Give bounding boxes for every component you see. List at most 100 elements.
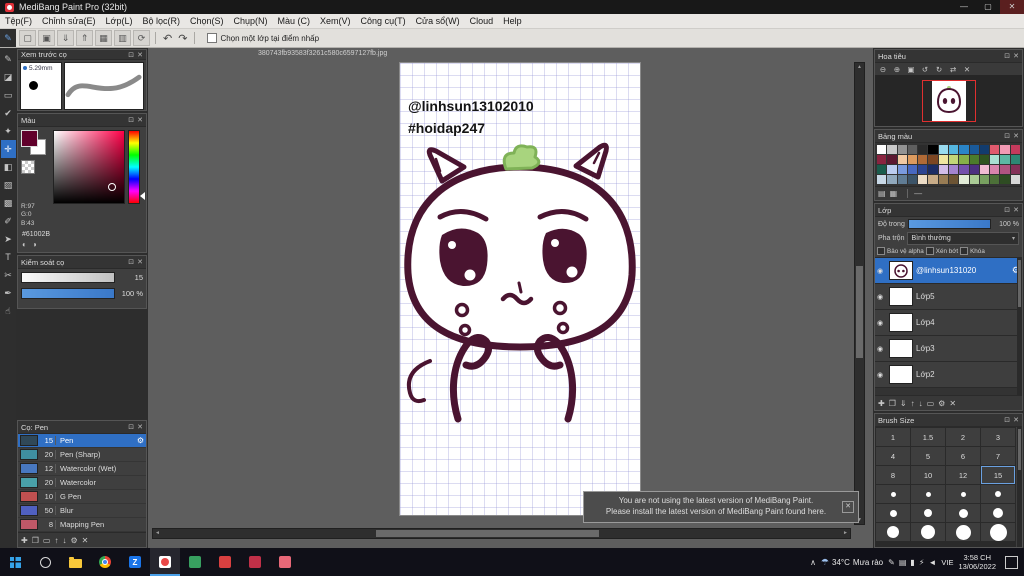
eraser-tool[interactable]: ◪	[1, 68, 16, 86]
brush-size-cell[interactable]	[876, 504, 910, 522]
duplicate-brush-button[interactable]: ❐	[32, 536, 39, 545]
brush-size-cell[interactable]	[946, 485, 980, 503]
float-panel-icon[interactable]: ⊡	[1004, 52, 1010, 60]
close-panel-icon[interactable]: ✕	[1013, 132, 1019, 140]
brush-size-cell[interactable]: 6	[946, 447, 980, 465]
palette-swatch[interactable]	[959, 175, 969, 184]
language-indicator[interactable]: VIE	[941, 558, 953, 567]
float-panel-icon[interactable]: ⊡	[1004, 416, 1010, 424]
minimize-button[interactable]: —	[952, 0, 976, 14]
volume-icon[interactable]: ◄	[928, 558, 936, 567]
merge-layer-button[interactable]: ⇓	[900, 399, 907, 408]
palette-swatch[interactable]	[990, 155, 1000, 164]
palette-swatch[interactable]	[979, 145, 990, 154]
close-panel-icon[interactable]: ✕	[1013, 52, 1019, 60]
palette-swatch[interactable]	[1000, 145, 1010, 154]
palette-swatch[interactable]	[907, 155, 918, 164]
scroll-left-icon[interactable]: ◄	[155, 529, 160, 538]
palette-swatch[interactable]	[918, 145, 928, 154]
app-button-4[interactable]	[270, 548, 300, 576]
pick-layer-checkbox[interactable]	[207, 33, 218, 43]
layer-row[interactable]: ◉ Lớp5	[875, 284, 1022, 310]
menu-view[interactable]: Xem(V)	[315, 14, 356, 28]
layer-row[interactable]: ◉ Lớp2	[875, 362, 1022, 388]
menu-filter[interactable]: Bộ lọc(R)	[137, 14, 185, 28]
close-panel-icon[interactable]: ✕	[1013, 206, 1019, 214]
brush-size-scrollbar[interactable]	[1017, 427, 1022, 547]
zoom-out-button[interactable]: ⊖	[877, 65, 889, 74]
bucket-tool[interactable]: ◧	[1, 158, 16, 176]
layer-visibility-icon[interactable]: ◉	[877, 267, 889, 275]
palette-swatch[interactable]	[990, 165, 1000, 174]
menu-color[interactable]: Màu (C)	[273, 14, 316, 28]
tablet-driver-icon[interactable]: ▤	[899, 558, 907, 567]
brush-size-cell[interactable]: 15	[981, 466, 1015, 484]
brush-item[interactable]: 20 Pen (Sharp)	[18, 448, 146, 462]
layer-visibility-icon[interactable]: ◉	[877, 319, 889, 327]
rotate-canvas-icon[interactable]: ⟳	[133, 30, 150, 46]
palette-swatch[interactable]	[928, 175, 938, 184]
clipping-checkbox[interactable]	[925, 247, 934, 255]
taskbar-clock[interactable]: 3:58 CH 13/06/2022	[958, 553, 996, 572]
palette-swatch[interactable]	[928, 155, 938, 164]
text-tool[interactable]: T	[1, 248, 16, 266]
palette-swatch[interactable]	[969, 165, 979, 174]
palette-swatch[interactable]	[938, 145, 948, 154]
slice-tool[interactable]: ✂	[1, 266, 16, 284]
move-brush-down-button[interactable]: ↓	[62, 536, 66, 545]
brush-settings-icon[interactable]: ⚙	[137, 436, 144, 445]
new-canvas-icon[interactable]: ▢	[19, 30, 36, 46]
layer-visibility-icon[interactable]: ◉	[877, 293, 889, 301]
add-layer-button[interactable]: ✚	[878, 399, 885, 408]
brush-size-cell[interactable]	[876, 523, 910, 541]
gradient-tool[interactable]: ▨	[1, 176, 16, 194]
add-brush-button[interactable]: ✚	[21, 536, 28, 545]
close-panel-icon[interactable]: ✕	[137, 116, 143, 124]
layer-list-scrollbar[interactable]	[1017, 258, 1022, 395]
start-button[interactable]	[0, 548, 30, 576]
menu-window[interactable]: Cửa sổ(W)	[411, 14, 465, 28]
palette-swatch[interactable]	[979, 165, 990, 174]
brush-size-cell[interactable]: 2	[946, 428, 980, 446]
palette-swatch[interactable]	[1000, 175, 1010, 184]
palette-line-style[interactable]: —	[907, 189, 922, 198]
operation-tool[interactable]: ➤	[1, 230, 16, 248]
open-file-icon[interactable]: ▣	[38, 30, 55, 46]
navigator-preview[interactable]	[875, 75, 1022, 126]
brush-opacity-slider[interactable]	[21, 287, 115, 299]
notification-close-icon[interactable]: ✕	[842, 501, 854, 514]
brush-size-cell[interactable]: 5	[911, 447, 945, 465]
menu-layer[interactable]: Lớp(L)	[101, 14, 138, 28]
color-bar-mode-icon[interactable]: ◑	[32, 240, 37, 249]
scroll-up-icon[interactable]: ▲	[855, 64, 864, 70]
menu-select[interactable]: Chọn(S)	[185, 14, 229, 28]
palette-swatch[interactable]	[990, 175, 1000, 184]
palette-swatch[interactable]	[1000, 165, 1010, 174]
vertical-scroll-thumb[interactable]	[856, 265, 863, 359]
palette-swatch[interactable]	[969, 155, 979, 164]
brush-size-cell[interactable]: 1.5	[911, 428, 945, 446]
layer-settings-button[interactable]: ⚙	[938, 399, 945, 408]
brush-size-scroll-thumb[interactable]	[1018, 429, 1021, 470]
canvas[interactable]: @linhsun13102010 #hoidap247	[400, 63, 640, 515]
palette-swatch[interactable]	[918, 155, 928, 164]
brush-size-cell[interactable]	[946, 504, 980, 522]
select-pen-tool[interactable]: ✔	[1, 104, 16, 122]
palette-swatch[interactable]	[918, 165, 928, 174]
palette-swatch[interactable]	[938, 155, 948, 164]
palette-swatch[interactable]	[959, 165, 969, 174]
palette-swatch[interactable]	[979, 175, 990, 184]
layer-row[interactable]: ◉ Lớp3	[875, 336, 1022, 362]
move-layer-up-button[interactable]: ↑	[911, 399, 915, 408]
magic-wand-tool[interactable]: ✦	[1, 122, 16, 140]
marquee-tool[interactable]: ▭	[1, 86, 16, 104]
eyedropper-tool[interactable]: ✐	[1, 212, 16, 230]
palette-swatch[interactable]	[887, 155, 897, 164]
palette-swatch[interactable]	[877, 165, 887, 174]
hidden-icons-button[interactable]: ∧	[810, 558, 816, 567]
zalo-button[interactable]: Z	[120, 548, 150, 576]
float-panel-icon[interactable]: ⊡	[128, 423, 134, 431]
brush-size-cell[interactable]	[911, 523, 945, 541]
close-panel-icon[interactable]: ✕	[1013, 416, 1019, 424]
vertical-scrollbar[interactable]: ▲ ▼	[854, 62, 865, 525]
